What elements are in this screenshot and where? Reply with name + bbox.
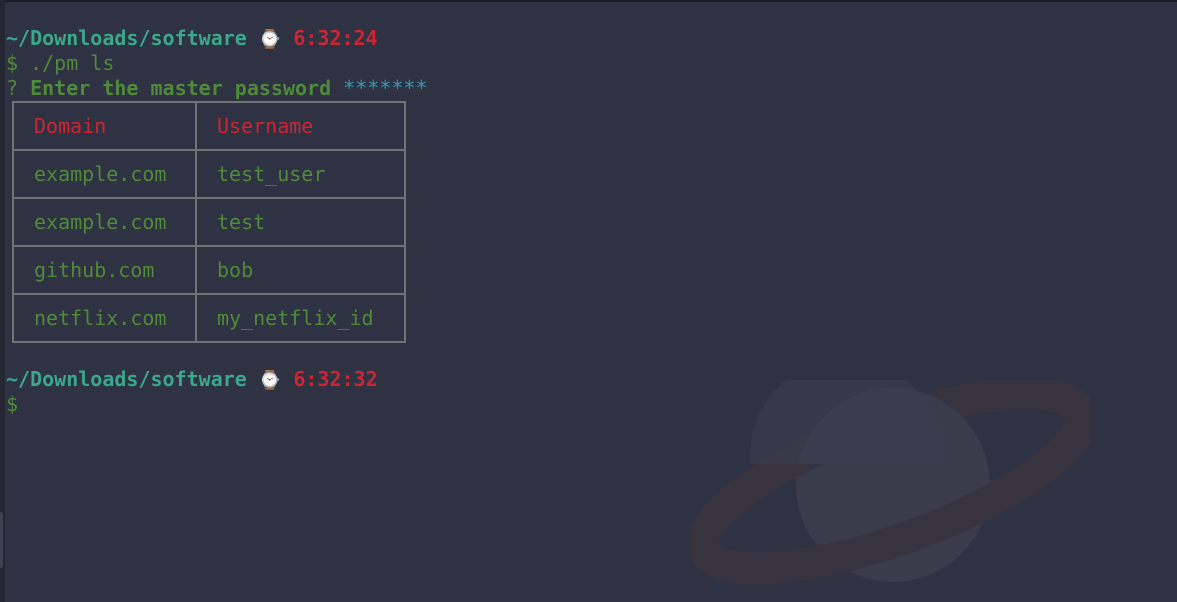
question-marker: ? xyxy=(6,76,19,100)
table-row: example.com test xyxy=(12,197,406,247)
table-row: netflix.com my_netflix_id xyxy=(12,293,406,343)
cell-domain: example.com xyxy=(12,197,197,247)
command-line: $ ./pm ls xyxy=(6,51,1177,76)
prompt-time: 6:32:32 xyxy=(293,367,378,391)
table-row: github.com bob xyxy=(12,245,406,295)
credentials-table: Domain Username example.com test_user ex… xyxy=(12,101,406,343)
header-username: Username xyxy=(195,101,406,151)
watch-icon: ⌚ xyxy=(258,370,282,391)
cell-username: bob xyxy=(195,245,406,295)
terminal-output[interactable]: ~/Downloads/software ⌚ 6:32:24 $ ./pm ls… xyxy=(6,26,1177,602)
prompt-symbol: $ xyxy=(6,51,19,75)
command-line[interactable]: $ xyxy=(6,392,1177,417)
header-domain: Domain xyxy=(12,101,197,151)
prompt-line: ~/Downloads/software ⌚ 6:32:32 xyxy=(6,367,1177,392)
prompt-time: 6:32:24 xyxy=(293,26,378,50)
password-question: ? Enter the master password ******* xyxy=(6,76,1177,101)
masked-password: ******* xyxy=(343,76,428,100)
window-top-edge xyxy=(0,0,1177,2)
prompt-path: ~/Downloads/software xyxy=(6,26,247,50)
cell-username: test_user xyxy=(195,149,406,199)
question-text: Enter the master password xyxy=(30,76,332,100)
cell-username: test xyxy=(195,197,406,247)
cell-domain: netflix.com xyxy=(12,293,197,343)
cell-domain: github.com xyxy=(12,245,197,295)
table-header-row: Domain Username xyxy=(12,101,406,151)
cell-username: my_netflix_id xyxy=(195,293,406,343)
table-row: example.com test_user xyxy=(12,149,406,199)
watch-icon: ⌚ xyxy=(258,29,282,50)
prompt-line: ~/Downloads/software ⌚ 6:32:24 xyxy=(6,26,1177,51)
cell-domain: example.com xyxy=(12,149,197,199)
command-text: ./pm ls xyxy=(30,51,115,75)
side-dock-handle[interactable] xyxy=(0,512,3,568)
prompt-symbol: $ xyxy=(6,392,19,416)
prompt-path: ~/Downloads/software xyxy=(6,367,247,391)
